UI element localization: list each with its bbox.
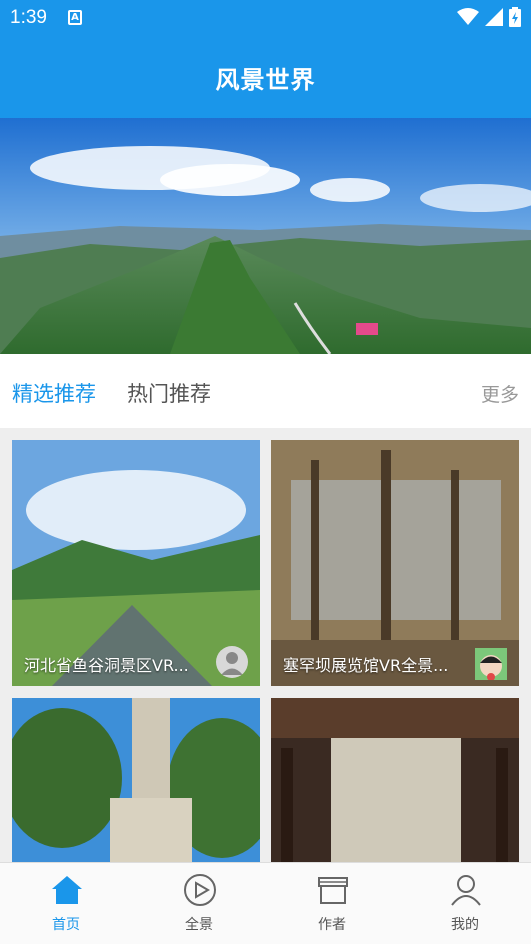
user-icon	[221, 652, 243, 675]
store-icon	[318, 877, 348, 904]
recommend-tabs: 精选推荐 热门推荐 更多	[0, 354, 531, 428]
card-title: 河北省鱼谷洞景区VR...	[24, 656, 189, 675]
nav-mine[interactable]: 我的	[399, 863, 531, 944]
card-thumbnail	[271, 698, 519, 862]
more-link[interactable]: 更多	[481, 380, 519, 407]
play-circle-icon	[184, 874, 216, 906]
nav-author[interactable]: 作者	[266, 863, 398, 944]
scenic-card[interactable]	[271, 698, 519, 862]
home-icon	[52, 876, 82, 904]
scenic-card[interactable]: 塞罕坝展览馆VR全景...	[271, 440, 519, 686]
card-thumbnail	[12, 698, 260, 862]
cartoon-avatar-icon	[480, 655, 502, 680]
tab-popular[interactable]: 热门推荐	[127, 378, 211, 408]
user-icon	[451, 875, 481, 906]
status-bar: 1:39 A	[0, 0, 531, 36]
status-time: 1:39	[10, 7, 47, 28]
nav-home[interactable]: 首页	[0, 863, 132, 944]
wifi-icon	[457, 8, 479, 25]
bottom-nav: 首页 全景 作者 我的	[0, 862, 531, 944]
notification-a-icon: A	[68, 10, 82, 25]
card-title: 塞罕坝展览馆VR全景...	[283, 656, 449, 675]
author-avatar[interactable]	[216, 646, 248, 678]
author-avatar[interactable]	[475, 648, 507, 680]
nav-label: 作者	[318, 917, 346, 933]
app-header: 1:39 A 风景世界	[0, 0, 531, 118]
status-icons	[457, 7, 521, 27]
scenic-grid: 河北省鱼谷洞景区VR... 塞罕坝展览馆VR全景...	[0, 428, 531, 862]
scenic-card[interactable]: 河北省鱼谷洞景区VR...	[12, 440, 260, 686]
banner-carousel[interactable]	[0, 118, 531, 354]
tab-featured[interactable]: 精选推荐	[12, 378, 96, 408]
battery-icon	[509, 7, 521, 27]
signal-icon	[485, 8, 503, 26]
nav-label: 首页	[52, 917, 80, 933]
nav-label: 全景	[185, 917, 213, 933]
nav-label: 我的	[451, 917, 479, 933]
nav-panorama[interactable]: 全景	[133, 863, 265, 944]
banner-image	[0, 118, 531, 354]
scenic-card[interactable]	[12, 698, 260, 862]
page-title: 风景世界	[215, 66, 316, 94]
